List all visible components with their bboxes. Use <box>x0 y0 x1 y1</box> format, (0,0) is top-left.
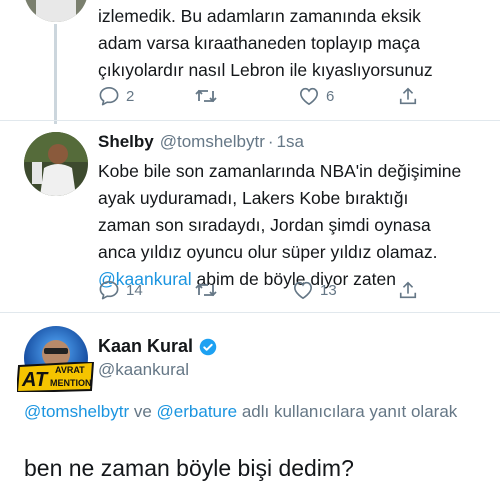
user-handle[interactable]: @kaankural <box>98 360 189 380</box>
share-icon <box>399 87 417 105</box>
like-count: 6 <box>326 87 335 105</box>
divider <box>0 312 500 313</box>
display-name[interactable]: Shelby <box>98 132 154 152</box>
share-icon <box>399 281 417 299</box>
retweet-button[interactable] <box>194 281 292 299</box>
share-button[interactable] <box>398 280 418 300</box>
reply-button[interactable]: 14 <box>98 280 194 300</box>
at-avrat-mention-logo: AT AVRAT MENTION <box>15 360 95 394</box>
like-button[interactable]: 13 <box>292 280 398 300</box>
reply-icon <box>99 281 119 300</box>
reply-icon <box>99 87 119 106</box>
timestamp[interactable]: 1sa <box>277 132 304 152</box>
user-handle[interactable]: @tomshelbytr <box>160 132 265 152</box>
separator-dot: · <box>267 132 274 151</box>
tweet-actions: 14 13 <box>98 280 418 300</box>
like-count: 13 <box>320 281 337 299</box>
avatar[interactable] <box>24 132 88 196</box>
tweet-shelby[interactable]: Shelby @tomshelbytr · 1sa Kobe bile son … <box>0 120 500 310</box>
logo-text-mention: MENTION <box>50 378 92 388</box>
retweet-icon <box>195 283 217 297</box>
logo-text-at: AT <box>21 369 49 391</box>
retweet-icon <box>195 89 217 103</box>
main-tweet-header: Kaan Kural <box>98 336 217 357</box>
tweet-text: Kobe bile son zamanlarında NBA'in değişi… <box>98 161 462 262</box>
share-button[interactable] <box>398 86 418 106</box>
display-name[interactable]: Kaan Kural <box>98 336 193 357</box>
reply-connector: ve <box>129 402 157 421</box>
like-icon <box>293 281 313 300</box>
retweet-button[interactable] <box>194 87 298 105</box>
avatar[interactable] <box>24 0 88 22</box>
tweet-text-line: adam varsa kıraathaneden toplayıp maça <box>98 33 420 53</box>
reply-button[interactable]: 2 <box>98 86 194 106</box>
thread-line <box>54 24 57 124</box>
main-tweet-text: ben ne zaman böyle bişi dedim? <box>24 455 354 481</box>
mention-link[interactable]: @tomshelbytr <box>24 402 129 421</box>
verified-icon <box>199 338 217 356</box>
logo-text-avrat: AVRAT <box>55 365 85 375</box>
tweet-actions: 2 6 <box>98 86 418 106</box>
tweet-text-line: çıkıyolardır nasıl Lebron ile kıyaslıyor… <box>98 60 433 80</box>
like-button[interactable]: 6 <box>298 86 398 106</box>
tweet-previous[interactable]: izlemedik. Bu adamların zamanında eksik … <box>0 0 500 124</box>
tweet-text-line: izlemedik. Bu adamların zamanında eksik <box>98 6 421 26</box>
reply-count: 14 <box>126 281 143 299</box>
like-icon <box>299 87 319 106</box>
reply-count: 2 <box>126 87 135 105</box>
reply-suffix: adlı kullanıcılara yanıt olarak <box>237 402 458 421</box>
mention-link[interactable]: @erbature <box>157 402 238 421</box>
replying-to: @tomshelbytr ve @erbature adlı kullanıcı… <box>24 400 484 424</box>
tweet-header: Shelby @tomshelbytr · 1sa <box>98 132 304 152</box>
